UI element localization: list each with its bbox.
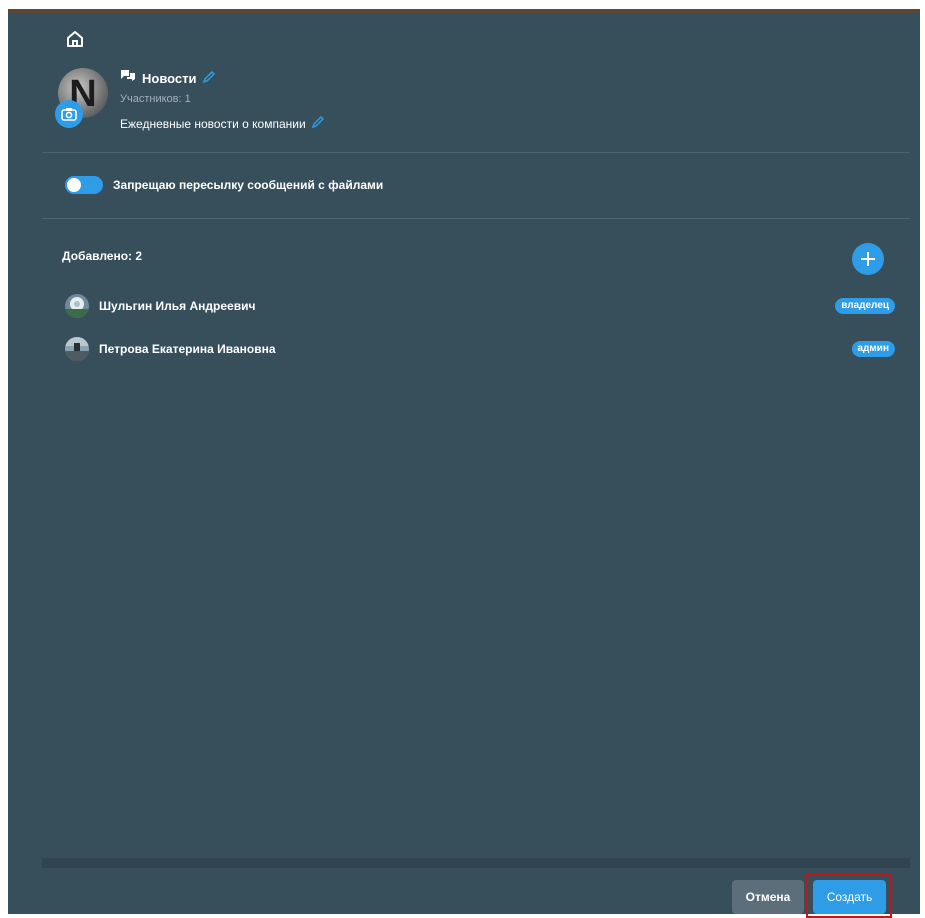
divider — [42, 218, 910, 219]
forward-toggle-label: Запрещаю пересылку сообщений с файлами — [113, 178, 384, 192]
members-count: Участников: 1 — [120, 93, 191, 105]
member-name: Петрова Екатерина Ивановна — [99, 342, 276, 356]
home-icon[interactable] — [65, 29, 85, 49]
create-chat-panel: N Новости Участников: 1 Ежедневные новос… — [8, 9, 920, 918]
create-button[interactable]: Создать — [813, 880, 886, 914]
add-member-button[interactable] — [852, 243, 884, 275]
list-item[interactable]: Петрова Екатерина Ивановна админ — [65, 336, 895, 362]
edit-title-pencil-icon[interactable] — [202, 70, 215, 88]
divider — [42, 152, 910, 153]
role-badge: владелец — [835, 298, 895, 314]
forward-toggle[interactable] — [65, 176, 103, 194]
toggle-knob — [67, 178, 81, 192]
chat-header: N Новости Участников: 1 Ежедневные новос… — [48, 65, 468, 145]
edit-description-pencil-icon[interactable] — [311, 115, 324, 133]
cancel-button[interactable]: Отмена — [732, 880, 804, 914]
list-item[interactable]: Шульгин Илья Андреевич владелец — [65, 293, 895, 319]
member-name: Шульгин Илья Андреевич — [99, 299, 256, 313]
chat-description-row: Ежедневные новости о компании — [120, 115, 324, 133]
forward-setting-row: Запрещаю пересылку сообщений с файлами — [65, 176, 383, 194]
chat-title: Новости — [142, 71, 197, 86]
chat-bubbles-icon — [120, 69, 136, 88]
added-count-label: Добавлено: 2 — [62, 249, 143, 263]
plus-icon — [861, 252, 875, 266]
camera-button[interactable] — [55, 100, 83, 128]
chat-description: Ежедневные новости о компании — [120, 117, 306, 131]
avatar — [65, 337, 89, 361]
chat-avatar-wrap: N — [55, 68, 108, 128]
role-badge: админ — [851, 341, 895, 357]
avatar — [65, 294, 89, 318]
footer-shade — [42, 858, 910, 868]
chat-title-row: Новости — [120, 69, 215, 88]
camera-icon — [61, 108, 77, 121]
